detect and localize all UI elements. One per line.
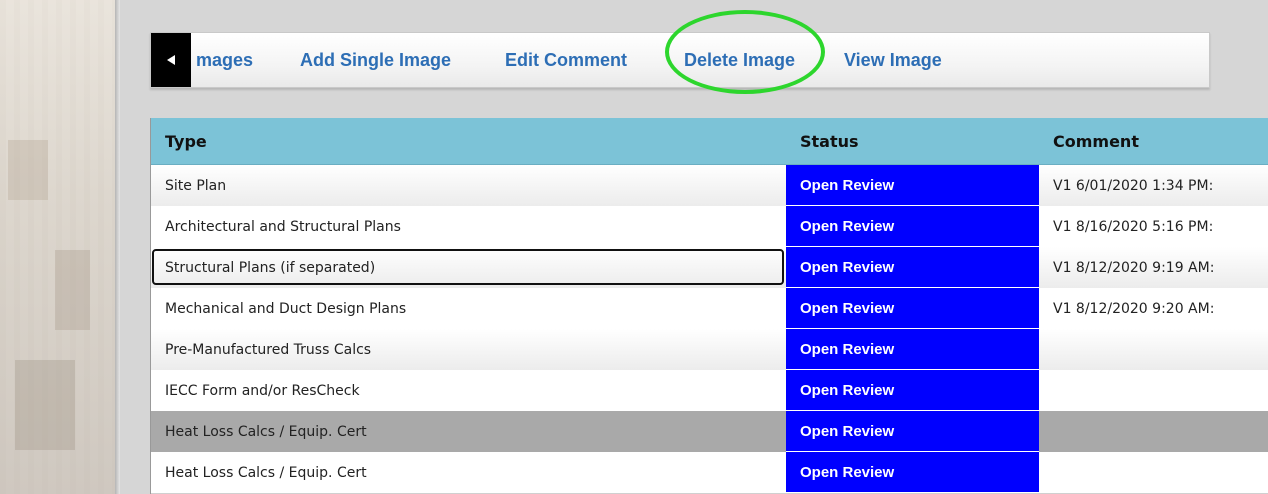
image-toolbar: mages Add Single Image Edit Comment Dele… xyxy=(150,32,1210,88)
column-header-type[interactable]: Type xyxy=(151,118,786,164)
comment-cell xyxy=(1039,370,1268,411)
status-cell[interactable]: Open Review xyxy=(786,206,1039,247)
column-header-comment[interactable]: Comment xyxy=(1039,118,1268,164)
table-row[interactable]: Heat Loss Calcs / Equip. Cert Open Revie… xyxy=(151,452,1268,494)
type-cell: Site Plan xyxy=(165,177,227,194)
type-cell: Pre-Manufactured Truss Calcs xyxy=(165,341,372,358)
table-row[interactable]: IECC Form and/or ResCheck Open Review xyxy=(151,370,1268,412)
status-cell[interactable]: Open Review xyxy=(786,165,1039,206)
images-link[interactable]: mages xyxy=(196,33,253,87)
type-cell: Structural Plans (if separated) xyxy=(165,259,376,276)
status-cell[interactable]: Open Review xyxy=(786,411,1039,452)
type-cell: IECC Form and/or ResCheck xyxy=(165,382,360,399)
back-button[interactable] xyxy=(151,33,191,87)
type-cell: Heat Loss Calcs / Equip. Cert xyxy=(165,464,367,481)
edit-comment-link[interactable]: Edit Comment xyxy=(505,33,627,87)
images-table: Type Status Comment Site Plan Open Revie… xyxy=(150,118,1268,494)
status-cell[interactable]: Open Review xyxy=(786,452,1039,493)
add-single-image-link[interactable]: Add Single Image xyxy=(300,33,451,87)
table-row[interactable]: Site Plan Open Review V1 6/01/2020 1:34 … xyxy=(151,165,1268,207)
status-cell[interactable]: Open Review xyxy=(786,329,1039,370)
type-cell: Architectural and Structural Plans xyxy=(165,218,401,235)
comment-cell: V1 8/12/2020 9:19 AM: xyxy=(1053,259,1215,276)
column-header-status[interactable]: Status xyxy=(786,118,1039,164)
background-image xyxy=(0,0,115,494)
type-cell: Mechanical and Duct Design Plans xyxy=(165,300,407,317)
table-row[interactable]: Architectural and Structural Plans Open … xyxy=(151,206,1268,248)
comment-cell: V1 8/12/2020 9:20 AM: xyxy=(1053,300,1215,317)
table-row[interactable]: Pre-Manufactured Truss Calcs Open Review xyxy=(151,329,1268,371)
table-row-selected[interactable]: Structural Plans (if separated) Open Rev… xyxy=(151,247,1268,289)
comment-cell xyxy=(1039,411,1268,452)
table-row-hover[interactable]: Heat Loss Calcs / Equip. Cert Open Revie… xyxy=(151,411,1268,453)
main-content: mages Add Single Image Edit Comment Dele… xyxy=(120,0,1268,494)
status-cell[interactable]: Open Review xyxy=(786,288,1039,329)
comment-cell xyxy=(1039,452,1268,493)
table-header: Type Status Comment xyxy=(151,118,1268,165)
table-row[interactable]: Mechanical and Duct Design Plans Open Re… xyxy=(151,288,1268,330)
caret-left-icon xyxy=(167,55,175,65)
comment-cell: V1 6/01/2020 1:34 PM: xyxy=(1053,177,1214,194)
type-cell: Heat Loss Calcs / Equip. Cert xyxy=(165,423,367,440)
status-cell[interactable]: Open Review xyxy=(786,370,1039,411)
comment-cell xyxy=(1039,329,1268,370)
status-cell[interactable]: Open Review xyxy=(786,247,1039,288)
view-image-link[interactable]: View Image xyxy=(844,33,942,87)
comment-cell: V1 8/16/2020 5:16 PM: xyxy=(1053,218,1214,235)
delete-image-link[interactable]: Delete Image xyxy=(684,33,795,87)
